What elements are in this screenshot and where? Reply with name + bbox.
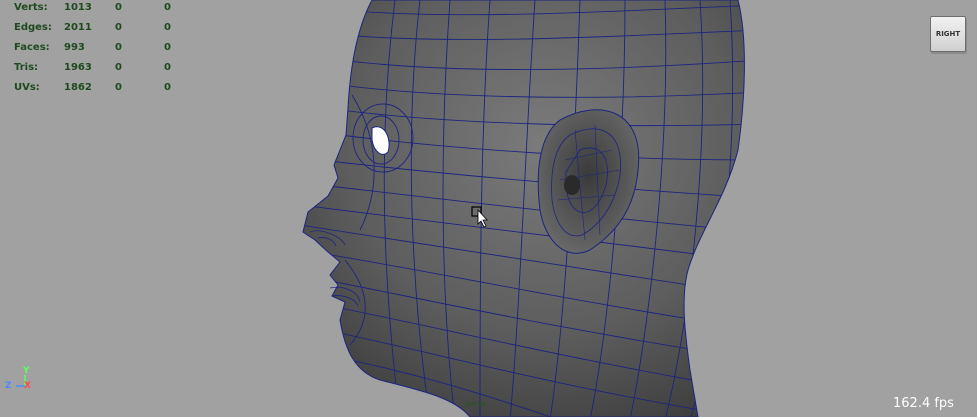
camera-name: persp [466,400,486,408]
view-cube-label: RIGHT [935,30,961,38]
hud-value: 0 [115,42,122,53]
axis-gizmo: Y Z X [5,366,35,394]
hud-label: Edges: [14,22,52,33]
hud-row-faces: Faces: 993 0 0 [14,38,184,58]
hud-row-verts: Verts: 1013 0 0 [14,0,184,18]
hud-value: 993 [64,42,85,53]
hud-row-edges: Edges: 2011 0 0 [14,18,184,38]
poly-count-hud: Verts: 1013 0 0 Edges: 2011 0 0 Faces: 9… [14,0,184,98]
hud-label: Verts: [14,2,48,13]
view-cube-right[interactable]: RIGHT [930,16,966,52]
hud-value: 0 [115,22,122,33]
hud-value: 1862 [64,82,92,93]
hud-value: 0 [164,82,171,93]
hud-value: 0 [164,22,171,33]
hud-value: 0 [164,42,171,53]
hud-value: 0 [164,62,171,73]
hud-row-uvs: UVs: 1862 0 0 [14,78,184,98]
hud-label: UVs: [14,82,40,93]
hud-label: Tris: [14,62,39,73]
hud-value: 0 [115,2,122,13]
fps-readout: 162.4 fps [893,396,954,411]
axis-z-label: Z [5,381,12,391]
axis-y-label: Y [23,366,30,376]
hud-value: 0 [115,82,122,93]
hud-row-tris: Tris: 1963 0 0 [14,58,184,78]
hud-value: 0 [115,62,122,73]
hud-value: 2011 [64,22,92,33]
hud-value: 1963 [64,62,92,73]
hud-value: 0 [164,2,171,13]
hud-value: 1013 [64,2,92,13]
hud-label: Faces: [14,42,50,53]
axis-x-label: X [24,381,31,391]
